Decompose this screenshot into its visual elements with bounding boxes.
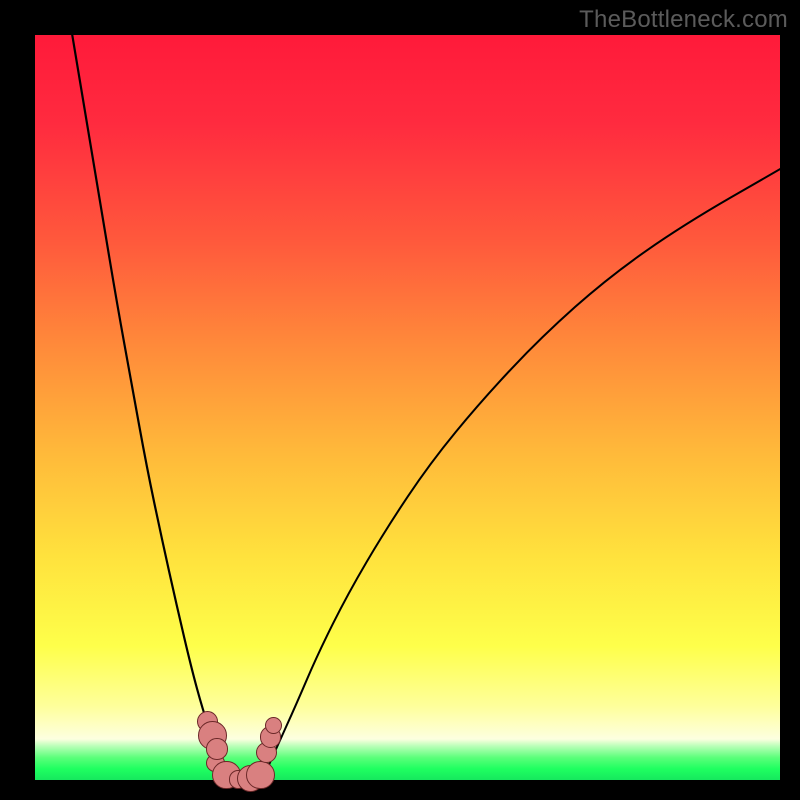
watermark-text: TheBottleneck.com — [579, 6, 788, 34]
data-marker — [206, 738, 227, 759]
curve-right-branch — [262, 169, 780, 780]
data-marker — [246, 761, 275, 790]
frame: TheBottleneck.com — [0, 0, 800, 800]
chart-plot-area — [35, 35, 780, 780]
curve-left-branch — [72, 35, 236, 780]
curve-layer — [35, 35, 780, 780]
